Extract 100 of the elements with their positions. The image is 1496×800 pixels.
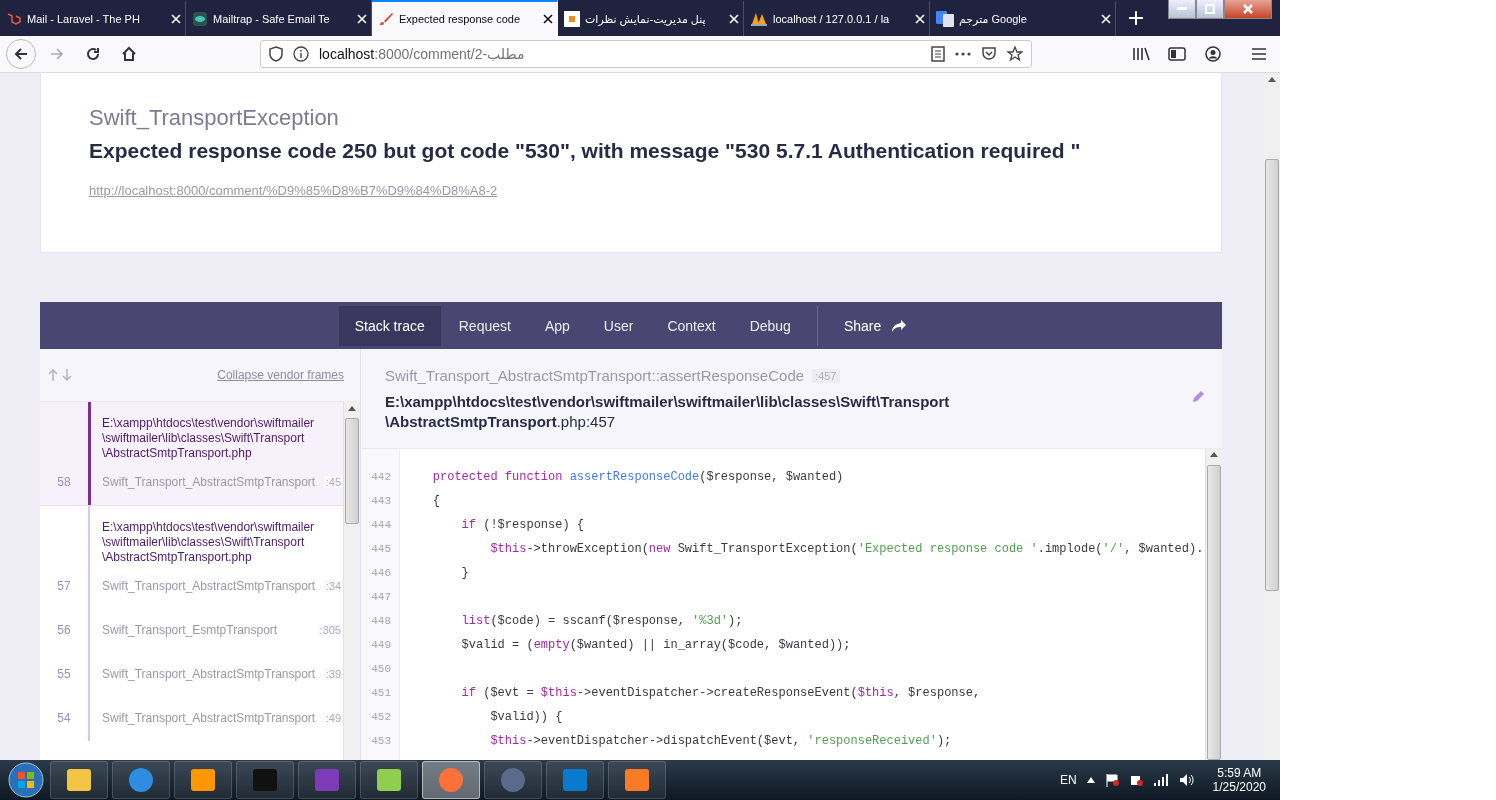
code-line: if (!$response) { <box>460 517 586 534</box>
nav-tab[interactable]: Stack trace <box>338 305 441 346</box>
frame-line-number: :45 <box>323 476 343 488</box>
plus-icon[interactable] <box>1128 10 1144 26</box>
reload-icon[interactable] <box>85 46 101 62</box>
minimize-button[interactable] <box>1168 0 1196 19</box>
frame-number: 55 <box>57 667 71 681</box>
code-line: $this->throwException(new Swift_TransportException('Expected response code '.implode('/', $wanted).' <box>489 541 1205 558</box>
more-icon[interactable] <box>955 52 971 56</box>
line-number: 453 <box>371 734 392 749</box>
line-number: 444 <box>371 518 392 533</box>
code-file-path: E:\xampp\htdocs\test\vendor\swiftmailer\swiftmailer\lib\classes\Swift\Transport \AbstractSmtpTransport.php:457 <box>385 392 950 432</box>
scroll-up-icon[interactable] <box>1268 76 1276 82</box>
close-button[interactable] <box>1224 0 1272 19</box>
frame-file-path: E:\xampp\htdocs\test\vendor\swiftmailer \swiftmailer\lib\classes\Swift\Transport \AbstractSmtpTransport.php <box>102 520 316 565</box>
line-number: 449 <box>371 638 392 653</box>
translate-icon <box>936 11 954 27</box>
home-icon[interactable] <box>121 46 137 62</box>
frame-number: 54 <box>57 711 71 725</box>
clock-date[interactable]: 1/25/2020 <box>1212 780 1266 794</box>
sidebar-icon[interactable] <box>1168 46 1186 62</box>
star-icon[interactable] <box>1007 46 1023 62</box>
frame-line-number: :34 <box>323 580 343 592</box>
close-icon[interactable] <box>543 14 553 24</box>
restore-button[interactable] <box>1196 0 1224 19</box>
scroll-up-icon[interactable] <box>1210 452 1218 458</box>
close-icon <box>1243 4 1253 14</box>
flag-icon[interactable] <box>1104 773 1119 787</box>
share-button[interactable]: Share <box>827 317 924 334</box>
nav-tab[interactable]: App <box>528 305 586 346</box>
exception-class: Swift_TransportException <box>89 105 340 131</box>
line-number: 448 <box>371 614 392 629</box>
tab-title: Mailtrap - Safe Email Te <box>213 13 331 25</box>
scroll-thumb[interactable] <box>345 418 359 524</box>
scroll-thumb[interactable] <box>1265 159 1279 591</box>
taskbar-app[interactable] <box>112 761 170 799</box>
code-line: $valid = (empty($wanted) || in_array($code, $wanted)); <box>460 637 852 654</box>
sailboat-icon <box>750 11 768 27</box>
line-number: 443 <box>371 494 392 509</box>
scroll-up-icon[interactable] <box>348 405 356 411</box>
frame-class-name: Swift_Transport_AbstractSmtpTransport <box>102 711 316 725</box>
speaker-icon[interactable] <box>1178 773 1195 787</box>
frame-class-name: Swift_Transport_AbstractSmtpTransport <box>102 667 316 681</box>
line-number: 451 <box>371 686 392 701</box>
frame-list-scrollbar[interactable] <box>343 402 360 760</box>
nav-tab[interactable]: Context <box>651 305 732 346</box>
reader-view-icon[interactable] <box>931 46 945 62</box>
tray-expand-icon[interactable] <box>1086 777 1095 783</box>
frame-class-name: Swift_Transport_AbstractSmtpTransport <box>102 579 316 593</box>
menu-icon[interactable] <box>1251 47 1267 61</box>
code-line: if ($evt = $this->eventDispatcher->createResponseEvent($this, $response, <box>460 685 982 702</box>
code-line: $this->eventDispatcher->dispatchEvent($evt, 'responseReceived'); <box>489 733 953 750</box>
browser-tab[interactable]: Expected response code <box>372 0 558 36</box>
taskbar-app[interactable] <box>608 761 666 799</box>
shield-icon[interactable] <box>269 46 283 62</box>
tab-title: پنل مدیریت-نمایش نظرات <box>585 12 707 26</box>
share-arrow-icon <box>891 318 908 333</box>
minimize-icon <box>1177 7 1187 11</box>
site-logo-icon <box>564 11 580 27</box>
code-line: list($code) = sscanf($response, '%3d'); <box>460 613 744 630</box>
start-button[interactable] <box>6 761 46 799</box>
line-number: 445 <box>371 542 392 557</box>
frame-number: 57 <box>57 579 71 593</box>
line-number: 452 <box>371 710 392 725</box>
line-number: 447 <box>371 590 392 605</box>
scroll-thumb[interactable] <box>1207 464 1221 760</box>
code-line: $valid)) { <box>489 709 564 726</box>
signal-icon[interactable] <box>1152 774 1169 786</box>
line-number: 446 <box>371 566 392 581</box>
taskbar-app[interactable] <box>360 761 418 799</box>
taskbar-app[interactable] <box>174 761 232 799</box>
frame-line-number: :39 <box>323 668 343 680</box>
code-scrollbar[interactable] <box>1205 449 1222 760</box>
frame-number: 58 <box>57 475 71 489</box>
code-line-number: :457 <box>812 368 840 383</box>
stack-frame[interactable]: 58 E:\xampp\htdocs\test\vendor\swiftmailer \swiftmailer\lib\classes\Swift\Transport \AbstractSmtpTransport.php Swift_Transport_AbstractSmtpTransport :45 <box>40 402 343 506</box>
code-line: } <box>460 565 470 582</box>
taskbar-app[interactable] <box>50 761 108 799</box>
brush-icon <box>378 11 394 27</box>
nav-tab[interactable]: User <box>587 305 650 346</box>
account-icon[interactable] <box>1205 46 1221 62</box>
code-method-name: Swift_Transport_AbstractSmtpTransport::assertResponseCode <box>385 367 805 384</box>
frame-file-path: E:\xampp\htdocs\test\vendor\swiftmailer \swiftmailer\lib\classes\Swift\Transport \AbstractSmtpTransport.php <box>102 416 316 461</box>
info-icon[interactable] <box>293 46 309 62</box>
code-line: protected function assertResponseCode($response, $wanted) <box>431 469 845 486</box>
nav-tab[interactable]: Debug <box>733 305 807 346</box>
library-icon[interactable] <box>1132 46 1150 62</box>
back-arrow-icon <box>13 46 29 62</box>
laravel-logo-icon <box>6 11 22 27</box>
clock-time[interactable]: 5:59 AM <box>1217 766 1262 780</box>
nav-tab[interactable]: Request <box>442 305 527 346</box>
code-line: { <box>431 493 441 510</box>
line-number: 442 <box>371 470 392 485</box>
tab-title: Expected response code <box>399 13 522 25</box>
page-scrollbar[interactable] <box>1264 73 1280 760</box>
language-indicator[interactable]: EN <box>1059 773 1077 787</box>
pocket-icon[interactable] <box>981 46 997 62</box>
tab-title: Mail - Laravel - The PH <box>27 13 141 25</box>
tab-title: localhost / 127.0.0.1 / la <box>773 13 891 25</box>
tab-title: مترجم Google <box>959 12 1028 26</box>
